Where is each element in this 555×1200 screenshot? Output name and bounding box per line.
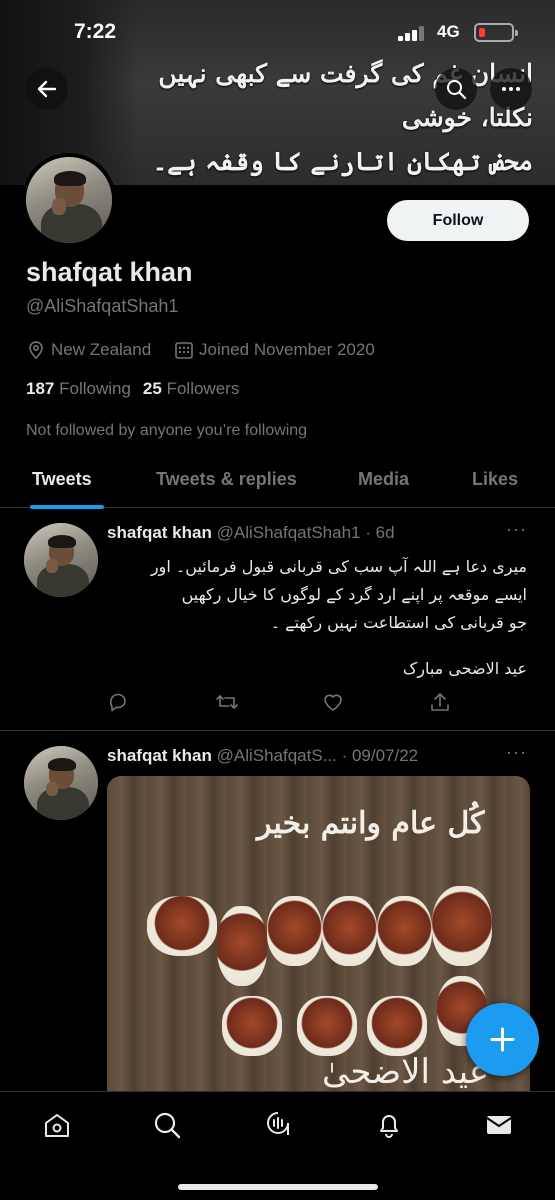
tweet-header: shafqat khan @AliShafqatS... · 09/07/22 [107, 746, 418, 766]
location-pin-icon [29, 341, 43, 360]
followers-label: Followers [166, 379, 240, 398]
follow-button[interactable]: Follow [387, 200, 529, 241]
explore-search-icon[interactable] [152, 1110, 182, 1140]
tab-media[interactable]: Media [358, 469, 409, 490]
profile-avatar[interactable] [22, 153, 116, 247]
battery-icon [474, 23, 518, 42]
tweet-avatar[interactable] [24, 746, 98, 820]
tweet[interactable]: shafqat khan @AliShafqatShah1 · 6d ··· م… [0, 509, 555, 731]
followers-link[interactable]: 25 Followers [143, 379, 239, 398]
tweet-image[interactable]: کُل عام وانتم بخیر عید الاضحیٰ [107, 776, 530, 1106]
banner-quote-line2: محض تھکان اتارنے کا وقفہ ہے۔ [152, 147, 533, 176]
media-title-text: کُل عام وانتم بخیر [257, 806, 485, 841]
status-time: 7:22 [74, 20, 117, 43]
back-arrow-icon [37, 80, 57, 98]
tweet-text-line: ایسے موقعہ پر اپنے ارد گرد کے لوگوں کا خ… [181, 585, 527, 604]
tweet-handle-time: @AliShafqatS... · 09/07/22 [216, 746, 419, 765]
tweet-author-name[interactable]: shafqat khan [107, 746, 212, 765]
not-followed-notice: Not followed by anyone you’re following [26, 422, 308, 439]
tweet-text-line: جو قربانی کی استطاعت نہیں رکھتے ۔ [270, 613, 527, 632]
tab-likes[interactable]: Likes [472, 469, 518, 490]
joined-text: Joined November 2020 [199, 340, 375, 359]
profile-joined: Joined November 2020 [174, 340, 375, 360]
profile-location: New Zealand [26, 340, 151, 360]
network-type: 4G [437, 22, 460, 41]
calendar-icon [175, 342, 193, 359]
following-count: 187 [26, 379, 55, 398]
following-label: Following [59, 379, 131, 398]
share-icon[interactable] [429, 691, 451, 718]
compose-tweet-button[interactable] [466, 1003, 539, 1076]
more-icon [502, 87, 520, 91]
location-text: New Zealand [51, 340, 152, 359]
tweet-author-name[interactable]: shafqat khan [107, 523, 212, 542]
tab-tweets-replies[interactable]: Tweets & replies [156, 469, 297, 490]
tweet-text: میری دعا ہے اللہ آپ سب کی قربانی قبول فر… [107, 553, 527, 683]
home-icon[interactable] [42, 1110, 72, 1140]
tweet-more-icon[interactable]: ··· [506, 519, 527, 540]
notifications-bell-icon[interactable] [374, 1110, 404, 1140]
status-bar: 7:22 4G [0, 0, 555, 60]
back-button[interactable] [26, 68, 68, 110]
profile-handle: @AliShafqatShah1 [26, 296, 179, 316]
banner-quote: انسان غم کی گرفت سے کبھی نہیں نکلتا، خوش… [133, 52, 533, 184]
tweet-avatar[interactable] [24, 523, 98, 597]
tweet-handle-time: @AliShafqatShah1 · 6d [216, 523, 395, 542]
tweet-text-line: عید الاضحی مبارک [402, 659, 527, 678]
retweet-icon[interactable] [215, 691, 239, 718]
followers-count: 25 [142, 379, 162, 398]
tab-tweets[interactable]: Tweets [32, 469, 92, 490]
tweet-more-icon[interactable]: ··· [506, 742, 527, 763]
messages-envelope-icon[interactable] [484, 1110, 514, 1140]
search-button[interactable] [435, 68, 477, 110]
following-link[interactable]: 187 Following [26, 379, 131, 398]
signal-icon [398, 26, 426, 41]
like-icon[interactable] [322, 691, 344, 718]
reply-icon[interactable] [107, 691, 129, 718]
home-indicator [178, 1184, 378, 1190]
media-footer-text: عید الاضحیٰ [322, 1052, 490, 1092]
follow-counts: 187 Following 25 Followers [26, 379, 239, 399]
tweet-header: shafqat khan @AliShafqatShah1 · 6d [107, 523, 395, 543]
spaces-icon[interactable] [263, 1110, 293, 1140]
display-name: shafqat khan [26, 257, 193, 287]
tweet-actions [107, 691, 449, 718]
more-options-button[interactable] [490, 68, 532, 110]
tweet-text-line: میری دعا ہے اللہ آپ سب کی قربانی قبول فر… [150, 557, 527, 576]
profile-tabs: Tweets Tweets & replies Media Likes [0, 455, 555, 509]
plus-icon [490, 1027, 515, 1052]
search-icon [447, 80, 467, 100]
